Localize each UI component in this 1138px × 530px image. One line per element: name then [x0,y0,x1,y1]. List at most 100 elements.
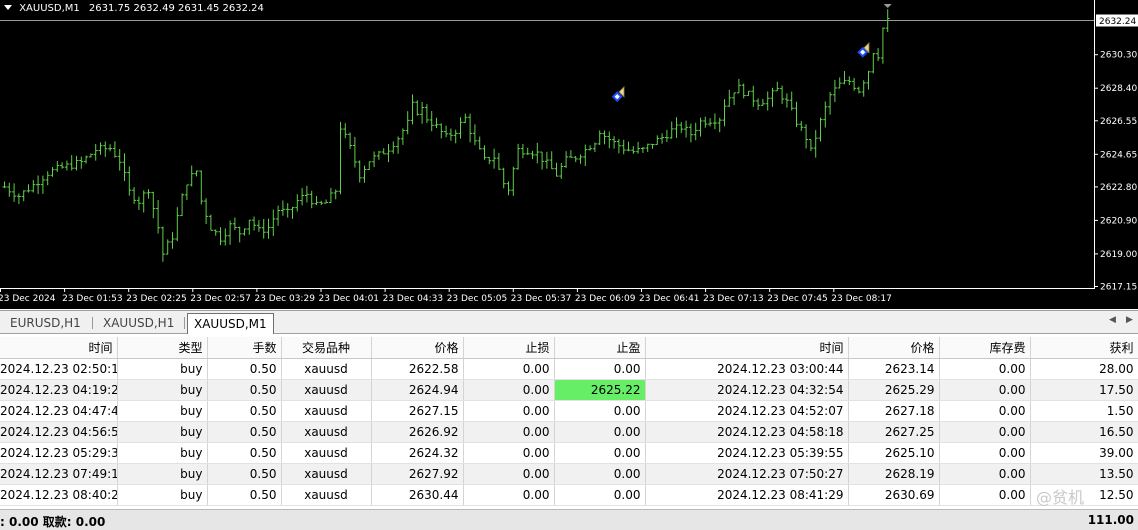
price-bar [160,226,165,262]
cell-open-price: 2624.94 [371,379,464,401]
price-bar [468,113,473,143]
price-bar [684,120,689,138]
price-bar [578,154,583,164]
table-row[interactable]: 2024.12.23 05:29:35 buy 0.50 xauusd 2624.32 0… [0,442,1138,464]
price-bar [228,220,233,245]
tab-eurusd-h1[interactable]: EURUSD,H1 [4,314,87,332]
chart-menu-triangle-icon[interactable] [4,5,12,10]
chart-header: XAUUSD,M1 2631.75 2632.49 2631.45 2632.2… [4,3,264,14]
cell-close-price: 2625.29 [848,379,940,401]
price-bar [36,175,41,195]
price-bar [50,166,55,177]
price-bar [314,196,319,206]
header-close-price[interactable]: 价格 [848,337,940,359]
header-lots[interactable]: 手数 [207,337,282,359]
price-bar [597,130,602,145]
time-tick-label: 23 Dec 07:45 [767,294,828,304]
cell-lots: 0.50 [207,442,282,464]
table-row[interactable]: 2024.12.23 04:56:54 buy 0.50 xauusd 2626.92 0… [0,421,1138,443]
tab-xauusd-m1[interactable]: XAUUSD,M1 [187,313,274,334]
price-bar [784,93,789,108]
cell-stop-loss: 0.00 [463,400,555,422]
price-bar [516,143,521,170]
header-swap[interactable]: 库存费 [939,337,1031,359]
price-bar [237,226,242,243]
price-bar [866,70,871,90]
price-bar [300,187,305,206]
price-bar [612,136,617,149]
price-bar [415,100,420,116]
price-bar [616,139,621,154]
price-bar [180,193,185,217]
header-stop-loss[interactable]: 止损 [463,337,555,359]
time-tick-label: 23 Dec 08:17 [831,294,892,304]
price-chart-svg[interactable]: 2630.30 2628.40 2626.55 2624.65 2622.80 2620.… [0,0,1138,309]
header-open-time[interactable]: 时间 [0,337,118,359]
cell-take-profit: 0.00 [554,421,646,443]
header-profit[interactable]: 获利 [1030,337,1138,359]
price-bar [813,130,818,158]
chart-tab-bar: EURUSD,H1 XAUUSD,H1 XAUUSD,M1 ◀ ▶ [0,310,1138,334]
price-tick-label: 2620.90 [1100,216,1137,226]
header-symbol[interactable]: 交易品种 [281,337,372,359]
cell-stop-loss: 0.00 [463,358,555,380]
price-bar [496,152,501,170]
price-bar [660,133,665,144]
price-bar [837,77,842,89]
table-row[interactable]: 2024.12.23 08:40:23 buy 0.50 xauusd 2630.44 0… [0,484,1138,506]
price-bar [458,117,463,139]
price-tick-label: 2624.65 [1100,150,1137,160]
cell-open-price: 2624.32 [371,442,464,464]
price-bar [492,148,497,169]
header-close-time[interactable]: 时间 [645,337,849,359]
table-row[interactable]: 2024.12.23 02:50:12 buy 0.50 xauusd 2622.58 0… [0,358,1138,380]
price-bar [146,189,151,199]
cell-profit: 28.00 [1030,358,1138,380]
price-bar [804,124,809,149]
price-bar [808,139,813,152]
trade-table-body: 2024.12.23 02:50:12 buy 0.50 xauusd 2622.58 0… [0,358,1138,506]
price-bar [184,184,189,201]
price-bar [554,162,559,177]
price-bar [770,87,775,107]
price-bar [2,181,7,189]
header-take-profit[interactable]: 止盈 [554,337,646,359]
price-bar [175,207,180,242]
price-bar [151,191,156,219]
table-row[interactable]: 2024.12.23 04:47:48 buy 0.50 xauusd 2627.15 0… [0,400,1138,422]
tab-scroll-left-icon[interactable]: ◀ [1109,315,1116,325]
price-bar [31,179,36,193]
price-bar [842,71,847,85]
table-row[interactable]: 2024.12.23 04:19:27 buy 0.50 xauusd 2624.94 0… [0,379,1138,401]
price-chart[interactable]: 2630.30 2628.40 2626.55 2624.65 2622.80 2620.… [0,0,1138,309]
trade-table: 时间 类型 手数 交易品种 价格 止损 止盈 时间 价格 库存费 获利 2024… [0,337,1138,506]
price-bar [852,77,857,91]
price-bar [127,166,132,196]
price-bar [26,184,31,193]
price-bar [79,156,84,169]
table-row[interactable]: 2024.12.23 07:49:14 buy 0.50 xauusd 2627.92 0… [0,463,1138,485]
price-bar [712,113,717,130]
price-bar [223,228,228,246]
time-tick-label: 23 Dec 04:33 [383,294,444,304]
header-type[interactable]: 类型 [117,337,208,359]
tab-xauusd-h1[interactable]: XAUUSD,H1 [97,314,180,332]
price-bar [655,135,660,146]
cell-close-time: 2024.12.23 08:41:29 [645,484,849,506]
price-bar [429,111,434,132]
cell-type: buy [117,379,208,401]
price-bar [232,217,237,231]
tab-scroll-right-icon[interactable]: ▶ [1126,315,1133,325]
price-bar [482,145,487,160]
cell-symbol: xauusd [281,463,372,485]
time-tick-label: 23 Dec 07:13 [703,294,764,304]
cell-profit: 13.50 [1030,463,1138,485]
price-bar [583,144,588,167]
cell-take-profit: 0.00 [554,442,646,464]
header-open-price[interactable]: 价格 [371,337,464,359]
price-bar [343,123,348,139]
price-bar [386,144,391,163]
price-bar [789,91,794,111]
price-bar [141,190,146,213]
time-tick-label: 23 Dec 05:05 [447,294,508,304]
